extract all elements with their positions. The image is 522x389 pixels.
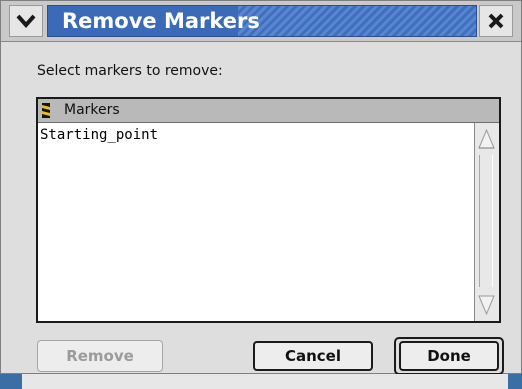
scroll-up-arrow-icon[interactable] xyxy=(477,126,496,152)
desktop-left-edge xyxy=(0,374,22,389)
chevron-down-icon xyxy=(16,14,36,28)
remove-button[interactable]: Remove xyxy=(37,340,163,372)
desktop-strip xyxy=(0,374,522,389)
close-icon xyxy=(488,13,504,29)
marker-flag-icon xyxy=(42,103,50,118)
desktop-right-edge xyxy=(508,374,522,389)
title-bar[interactable]: Remove Markers xyxy=(1,1,521,42)
list-header-label: Markers xyxy=(64,102,120,118)
done-button[interactable]: Done xyxy=(399,341,499,371)
collapse-button[interactable] xyxy=(9,5,43,37)
remove-markers-dialog: Remove Markers Select markers to remove:… xyxy=(0,0,522,375)
cancel-button[interactable]: Cancel xyxy=(253,341,373,371)
title-area[interactable]: Remove Markers xyxy=(47,5,477,37)
list-body[interactable]: Starting_point xyxy=(38,123,474,321)
scroll-down-arrow-icon[interactable] xyxy=(477,292,496,318)
dialog-prompt: Select markers to remove: xyxy=(37,63,223,79)
window-title: Remove Markers xyxy=(62,9,260,33)
markers-listbox[interactable]: Markers Starting_point xyxy=(36,97,501,323)
list-item[interactable]: Starting_point xyxy=(40,127,158,143)
list-header[interactable]: Markers xyxy=(38,99,499,123)
scroll-track[interactable] xyxy=(479,155,493,287)
close-button[interactable] xyxy=(479,5,513,37)
vertical-scrollbar[interactable] xyxy=(474,123,499,321)
